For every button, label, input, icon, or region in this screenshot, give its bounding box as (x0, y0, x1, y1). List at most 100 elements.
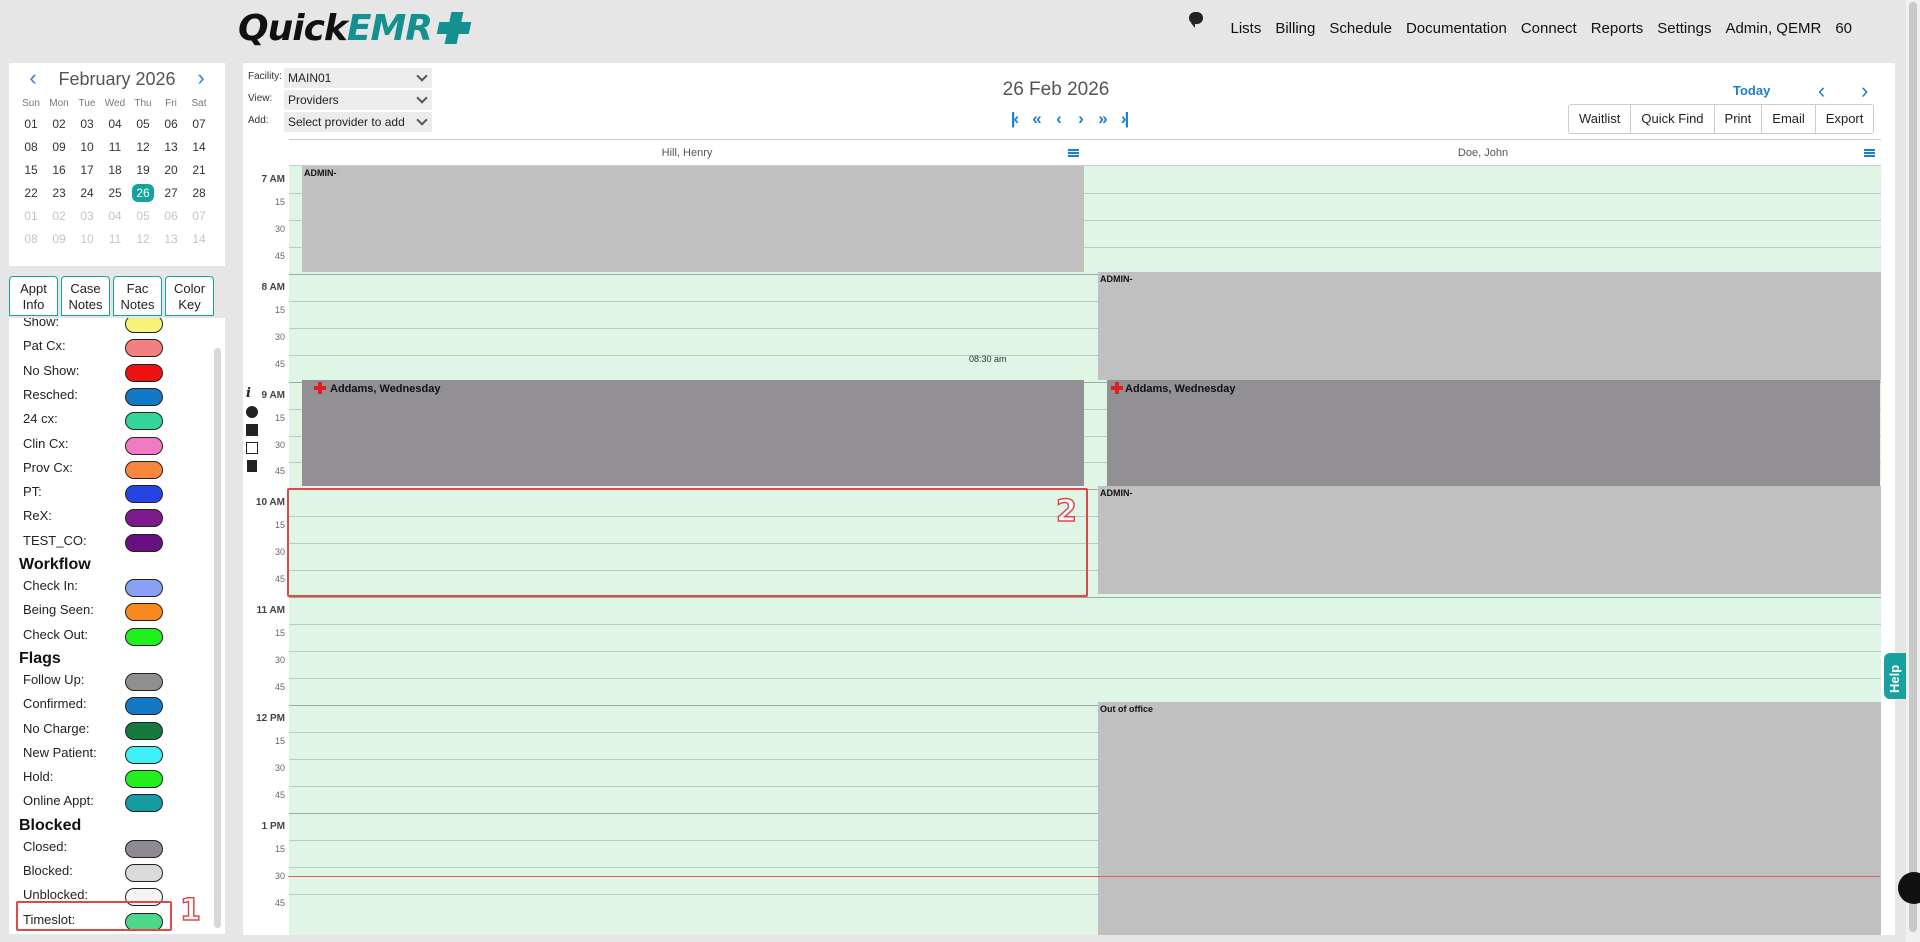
quickemr-logo[interactable]: Quick EMR (238, 6, 474, 50)
help-tab[interactable]: Help (1884, 653, 1906, 699)
tab-appt-info[interactable]: Appt Info (9, 276, 58, 316)
next-month-chevron-icon[interactable]: › (191, 63, 211, 93)
calendar-day[interactable]: 10 (73, 136, 101, 159)
calendar-day[interactable]: 08 (17, 228, 45, 251)
tab-color-key[interactable]: Color Key (165, 276, 214, 316)
calendar-day[interactable]: 23 (45, 182, 73, 205)
admin-block[interactable]: ADMIN- (1098, 272, 1881, 380)
calendar-day[interactable]: 02 (45, 113, 73, 136)
trash-icon[interactable] (247, 460, 257, 472)
column-menu-icon[interactable] (1864, 149, 1875, 157)
calendar-day[interactable]: 05 (129, 113, 157, 136)
search-icon[interactable] (246, 406, 258, 418)
legend-label: Resched: (23, 386, 78, 402)
calendar-day[interactable]: 02 (45, 205, 73, 228)
admin-block[interactable]: ADMIN- (302, 166, 1084, 272)
last-icon[interactable]: ›| (1115, 109, 1133, 129)
tab-case-notes[interactable]: Case Notes (61, 276, 110, 316)
calendar-day[interactable]: 03 (73, 113, 101, 136)
tab-fac-notes[interactable]: Fac Notes (113, 276, 162, 316)
calendar-day-selected[interactable]: 26 (129, 182, 157, 205)
prev-month-chevron-icon[interactable]: ‹ (23, 63, 43, 93)
facility-select[interactable]: MAIN01 (284, 68, 432, 88)
calendar-day[interactable]: 01 (17, 113, 45, 136)
prev-day-chevron-icon[interactable]: ‹ (1818, 78, 1825, 104)
calendar-day[interactable]: 13 (157, 228, 185, 251)
quick-find-button[interactable]: Quick Find (1631, 105, 1715, 133)
double-back-icon[interactable]: « (1027, 109, 1045, 129)
slot-divider (1085, 651, 1881, 653)
export-button[interactable]: Export (1815, 105, 1874, 133)
legend-scrollbar[interactable] (214, 348, 221, 928)
page-scrollbar-thumb[interactable] (1909, 2, 1917, 932)
calendar-day[interactable]: 10 (73, 228, 101, 251)
calendar-day[interactable]: 06 (157, 205, 185, 228)
nav-reports[interactable]: Reports (1591, 20, 1644, 37)
calendar-day[interactable]: 17 (73, 159, 101, 182)
calendar-day[interactable]: 25 (101, 182, 129, 205)
calendar-day[interactable]: 07 (185, 205, 213, 228)
calendar-day[interactable]: 09 (45, 228, 73, 251)
admin-block[interactable]: ADMIN- (1098, 486, 1881, 594)
calendar-day[interactable]: 13 (157, 136, 185, 159)
legend-swatch (125, 794, 163, 813)
info-icon[interactable]: i (246, 387, 258, 400)
appointment-patient: Addams, Wednesday (330, 383, 441, 395)
first-icon[interactable]: |‹ (1005, 109, 1023, 129)
calendar-day[interactable]: 08 (17, 136, 45, 159)
calendar-day[interactable]: 18 (101, 159, 129, 182)
calendar-day[interactable]: 28 (185, 182, 213, 205)
nav-schedule[interactable]: Schedule (1329, 20, 1392, 37)
calendar-day[interactable]: 12 (129, 228, 157, 251)
calendar-day[interactable]: 16 (45, 159, 73, 182)
top-bar: Quick EMR Lists Billing Schedule Document… (0, 0, 1920, 56)
calendar-day[interactable]: 19 (129, 159, 157, 182)
appointment-block[interactable]: Addams, Wednesday (302, 380, 1084, 486)
calendar-day[interactable]: 11 (101, 228, 129, 251)
calendar-day[interactable]: 09 (45, 136, 73, 159)
email-button[interactable]: Email (1762, 105, 1816, 133)
calendar-day[interactable]: 07 (185, 113, 213, 136)
calendar-day[interactable]: 21 (185, 159, 213, 182)
back-icon[interactable]: ‹ (1049, 109, 1067, 129)
next-day-chevron-icon[interactable]: › (1861, 78, 1868, 104)
nav-billing[interactable]: Billing (1275, 20, 1315, 37)
out-of-office-block[interactable]: Out of office (1098, 702, 1881, 935)
nav-lists[interactable]: Lists (1231, 20, 1262, 37)
calendar-day[interactable]: 20 (157, 159, 185, 182)
calendar-day[interactable]: 11 (101, 136, 129, 159)
add-provider-select[interactable]: Select provider to add (284, 112, 432, 132)
chat-icon[interactable] (1188, 12, 1203, 28)
page-scrollbar[interactable] (1906, 0, 1920, 942)
nav-documentation[interactable]: Documentation (1406, 20, 1507, 37)
calendar-day[interactable]: 22 (17, 182, 45, 205)
nav-user[interactable]: Admin, QEMR (1725, 20, 1821, 37)
calendar-day-number: 23 (52, 186, 66, 200)
document-icon[interactable] (246, 442, 258, 454)
schedule-column-doe[interactable]: ADMIN- Addams, Wednesday ADMIN- Out of o… (1085, 166, 1881, 935)
nav-connect[interactable]: Connect (1521, 20, 1577, 37)
calendar-day[interactable]: 04 (101, 113, 129, 136)
column-menu-icon[interactable] (1068, 149, 1079, 157)
floating-action-button[interactable] (1898, 872, 1920, 904)
waitlist-button[interactable]: Waitlist (1569, 105, 1632, 133)
calendar-day[interactable]: 01 (17, 205, 45, 228)
calendar-day[interactable]: 14 (185, 228, 213, 251)
view-select[interactable]: Providers (284, 90, 432, 110)
calendar-day[interactable]: 05 (129, 205, 157, 228)
print-button[interactable]: Print (1714, 105, 1763, 133)
forward-icon[interactable]: › (1071, 109, 1089, 129)
calendar-day[interactable]: 06 (157, 113, 185, 136)
calendar-day[interactable]: 15 (17, 159, 45, 182)
calendar-day[interactable]: 04 (101, 205, 129, 228)
calendar-day[interactable]: 14 (185, 136, 213, 159)
film-icon[interactable] (246, 424, 258, 436)
calendar-day[interactable]: 03 (73, 205, 101, 228)
calendar-day[interactable]: 12 (129, 136, 157, 159)
appointment-block[interactable]: Addams, Wednesday (1107, 380, 1880, 486)
calendar-day[interactable]: 24 (73, 182, 101, 205)
calendar-day[interactable]: 27 (157, 182, 185, 205)
today-button[interactable]: Today (1733, 83, 1770, 98)
nav-settings[interactable]: Settings (1657, 20, 1711, 37)
double-forward-icon[interactable]: » (1093, 109, 1111, 129)
